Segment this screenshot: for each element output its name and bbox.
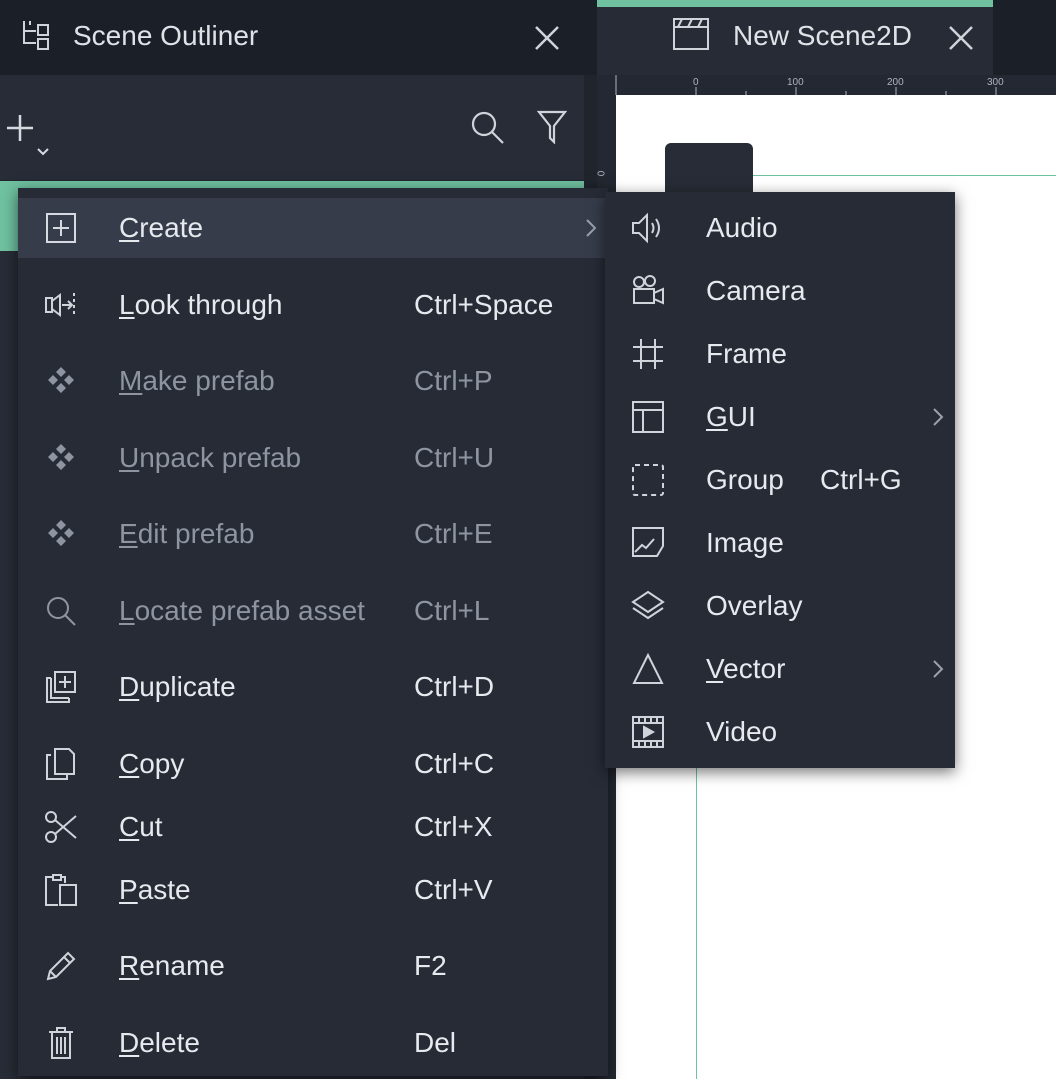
duplicate-icon <box>44 670 78 704</box>
chevron-right-icon <box>584 216 598 240</box>
menu-item-label: Cut <box>119 811 163 842</box>
menu-item-delete[interactable]: Delete Del <box>18 1013 608 1073</box>
ruler-label: 0 <box>596 170 608 177</box>
menu-item-edit-prefab[interactable]: Edit prefab Ctrl+E <box>18 504 608 564</box>
menu-item-label: Overlay <box>706 590 803 621</box>
menu-item-shortcut: Ctrl+V <box>414 874 493 905</box>
menu-item-label: Rename <box>119 950 225 981</box>
submenu-item-image[interactable]: Image <box>605 513 955 573</box>
menu-item-label: Edit prefab <box>119 518 255 549</box>
menu-item-label: Frame <box>706 338 787 369</box>
menu-item-label: Duplicate <box>119 671 236 702</box>
add-node-button[interactable] <box>6 113 54 161</box>
menu-item-paste[interactable]: Paste Ctrl+V <box>18 860 608 920</box>
menu-item-copy[interactable]: Copy Ctrl+C <box>18 734 608 794</box>
menu-item-label: Group <box>706 464 784 495</box>
active-tab-indicator <box>597 0 993 7</box>
menu-item-label: Paste <box>119 874 191 905</box>
menu-item-shortcut: Ctrl+E <box>414 518 493 549</box>
menu-item-make-prefab[interactable]: Make prefab Ctrl+P <box>18 351 608 411</box>
layers-icon <box>631 589 665 623</box>
camera-icon <box>631 274 665 308</box>
chevron-right-icon <box>931 405 945 429</box>
menu-item-label: Image <box>706 527 784 558</box>
menu-item-shortcut: Ctrl+X <box>414 811 493 842</box>
submenu-item-camera[interactable]: Camera <box>605 261 955 321</box>
speaker-icon <box>631 211 665 245</box>
trash-icon <box>44 1026 78 1060</box>
search-icon[interactable] <box>471 111 505 145</box>
pencil-icon <box>44 949 78 983</box>
ruler-label: 200 <box>887 77 904 88</box>
hierarchy-icon <box>20 19 52 55</box>
submenu-item-vector[interactable]: Vector <box>605 639 955 699</box>
scene-node[interactable] <box>665 143 753 193</box>
submenu-item-overlay[interactable]: Overlay <box>605 576 955 636</box>
clapperboard-icon <box>672 17 710 51</box>
menu-item-shortcut: Ctrl+G <box>820 464 902 495</box>
menu-item-label: Copy <box>119 748 185 779</box>
prefab-icon <box>44 364 78 398</box>
menu-item-shortcut: Del <box>414 1027 457 1058</box>
submenu-item-video[interactable]: Video <box>605 702 955 762</box>
outliner-title: Scene Outliner <box>73 20 259 51</box>
submenu-item-gui[interactable]: GUI <box>605 387 955 447</box>
prefab-icon <box>44 517 78 551</box>
close-tab-icon[interactable] <box>948 25 974 51</box>
prefab-icon <box>44 441 78 475</box>
look-through-icon <box>44 288 78 322</box>
film-icon <box>631 715 665 749</box>
scissors-icon <box>44 810 78 844</box>
submenu-item-group[interactable]: Group Ctrl+G <box>605 450 955 510</box>
frame-icon <box>631 337 665 371</box>
menu-item-shortcut: Ctrl+L <box>414 595 490 626</box>
menu-item-label: Delete <box>119 1027 200 1058</box>
tab-label: New Scene2D <box>733 20 912 51</box>
menu-item-create[interactable]: Create <box>18 198 608 258</box>
menu-item-duplicate[interactable]: Duplicate Ctrl+D <box>18 657 608 717</box>
close-outliner-icon[interactable] <box>533 24 561 52</box>
chevron-right-icon <box>931 657 945 681</box>
menu-item-shortcut: Ctrl+P <box>414 365 493 396</box>
menu-item-label: GUI <box>706 401 756 432</box>
menu-item-look-through[interactable]: Look through Ctrl+Space <box>18 275 608 335</box>
menu-item-shortcut: F2 <box>414 950 447 981</box>
menu-item-unpack-prefab[interactable]: Unpack prefab Ctrl+U <box>18 428 608 488</box>
filter-icon[interactable] <box>537 110 567 144</box>
menu-item-label: Unpack prefab <box>119 442 302 473</box>
menu-item-rename[interactable]: Rename F2 <box>18 936 608 996</box>
ruler-label: 300 <box>987 77 1004 88</box>
image-icon <box>631 526 665 560</box>
menu-item-label: Audio <box>706 212 778 243</box>
submenu-item-audio[interactable]: Audio <box>605 198 955 258</box>
ruler-label: 0 <box>693 77 699 88</box>
menu-item-label: Camera <box>706 275 806 306</box>
ruler-label: 100 <box>787 77 804 88</box>
menu-item-shortcut: Ctrl+Space <box>414 289 554 320</box>
context-menu: Create Look through Ctrl+Space Make pref… <box>18 188 608 1076</box>
copy-icon <box>44 747 78 781</box>
search-icon <box>44 594 78 628</box>
create-submenu: Audio Camera Frame GUI Group Ctrl+G Imag… <box>605 192 955 768</box>
triangle-icon <box>631 652 665 686</box>
guide-line <box>753 175 1056 176</box>
paste-icon <box>44 873 78 907</box>
menu-item-locate-prefab-asset[interactable]: Locate prefab asset Ctrl+L <box>18 581 608 641</box>
menu-item-label: Create <box>119 212 204 243</box>
guide-line <box>696 766 697 1079</box>
menu-item-label: Video <box>706 716 778 747</box>
gui-layout-icon <box>631 400 665 434</box>
menu-item-shortcut: Ctrl+D <box>414 671 495 702</box>
submenu-item-frame[interactable]: Frame <box>605 324 955 384</box>
group-icon <box>631 463 665 497</box>
menu-item-cut[interactable]: Cut Ctrl+X <box>18 797 608 857</box>
menu-item-shortcut: Ctrl+U <box>414 442 495 473</box>
create-icon <box>44 211 78 245</box>
menu-item-label: Vector <box>706 653 786 684</box>
menu-item-label: Make prefab <box>119 365 275 396</box>
menu-item-shortcut: Ctrl+C <box>414 748 495 779</box>
menu-item-label: Locate prefab asset <box>119 595 365 626</box>
menu-item-label: Look through <box>119 289 283 320</box>
